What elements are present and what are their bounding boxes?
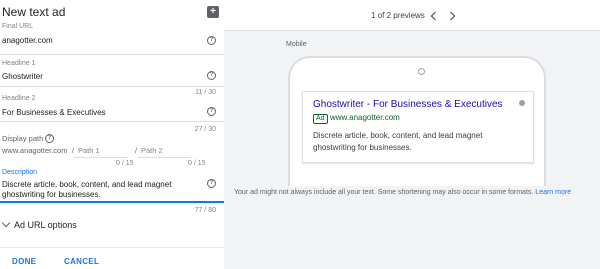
ad-preview-panel: 1 of 2 previews Mobile Ghostwriter - For… — [224, 0, 600, 269]
headline-1-value[interactable]: Ghostwriter — [2, 72, 43, 81]
info-icon[interactable] — [519, 100, 525, 106]
headline-1-label: Headline 1 — [2, 60, 36, 67]
display-path-label: Display path — [2, 134, 44, 143]
cancel-button[interactable]: CANCEL — [64, 257, 99, 266]
preview-disclaimer: Your ad might not always include all you… — [234, 189, 571, 196]
disclaimer-text: Your ad might not always include all you… — [234, 189, 534, 196]
ad-display-url: www.anagotter.com — [330, 113, 400, 122]
done-button[interactable]: DONE — [12, 257, 36, 266]
help-icon[interactable]: ? — [207, 107, 216, 116]
final-url-field[interactable]: Final URL anagotter.com ? — [2, 23, 220, 49]
description-value[interactable]: Discrete article, book, content, and lea… — [2, 180, 202, 200]
field-divider — [0, 121, 224, 122]
ad-url-options-label: Ad URL options — [14, 220, 77, 230]
phone-frame: Ghostwriter - For Businesses & Executive… — [288, 56, 546, 186]
editor-title: New text ad — [2, 5, 66, 19]
description-underline — [0, 201, 224, 203]
headline-1-field[interactable]: Headline 1 Ghostwriter ? 11 / 30 — [2, 60, 220, 96]
description-field[interactable]: Description Discrete article, book, cont… — [2, 169, 220, 217]
field-divider — [0, 54, 224, 55]
field-divider — [0, 86, 224, 87]
help-icon[interactable]: ? — [207, 71, 216, 80]
ad-editor-panel: New text ad + Final URL anagotter.com ? … — [0, 0, 224, 269]
description-counter: 77 / 80 — [194, 207, 216, 214]
path-1-counter: 0 / 15 — [116, 160, 134, 167]
preview-count: 1 of 2 previews — [371, 11, 425, 20]
chevron-down-icon — [1, 218, 11, 228]
help-icon[interactable]: ? — [207, 36, 216, 45]
help-icon[interactable]: ? — [45, 134, 54, 143]
headline-2-label: Headline 2 — [2, 95, 36, 102]
path-separator: / — [135, 146, 138, 155]
final-url-value[interactable]: anagotter.com — [2, 36, 53, 45]
path-2-input[interactable]: Path 2 — [141, 146, 163, 155]
chevron-right-icon[interactable] — [446, 11, 456, 21]
headline-2-counter: 27 / 30 — [194, 126, 216, 133]
headline-2-field[interactable]: Headline 2 For Businesses & Executives ?… — [2, 95, 220, 133]
camera-icon — [418, 68, 425, 75]
ad-url-options-toggle[interactable]: Ad URL options — [1, 218, 77, 230]
path-1-underline — [74, 157, 127, 158]
ad-description: Discrete article, book, content, and lea… — [313, 131, 483, 152]
final-url-label: Final URL — [2, 23, 34, 30]
path-2-underline — [138, 157, 191, 158]
device-label: Mobile — [286, 41, 307, 48]
preview-toolbar: 1 of 2 previews — [224, 0, 600, 31]
chevron-left-icon[interactable] — [430, 11, 440, 21]
headline-2-value[interactable]: For Businesses & Executives — [2, 108, 106, 117]
path-1-input[interactable]: Path 1 — [78, 146, 100, 155]
ad-preview-card: Ghostwriter - For Businesses & Executive… — [302, 91, 534, 163]
path-2-counter: 0 / 15 — [188, 160, 206, 167]
editor-header: New text ad + — [2, 4, 222, 22]
display-path-field: Display path ? www.anagotter.com / Path … — [2, 134, 220, 170]
display-path-domain: www.anagotter.com — [2, 146, 68, 155]
ad-headline[interactable]: Ghostwriter - For Businesses & Executive… — [313, 99, 503, 110]
add-icon[interactable]: + — [207, 6, 219, 18]
description-label: Description — [2, 169, 38, 176]
ad-badge: Ad — [313, 114, 328, 124]
footer-divider — [0, 247, 224, 248]
help-icon[interactable]: ? — [207, 179, 216, 188]
path-separator: / — [72, 146, 75, 155]
learn-more-link[interactable]: Learn more — [535, 189, 571, 196]
